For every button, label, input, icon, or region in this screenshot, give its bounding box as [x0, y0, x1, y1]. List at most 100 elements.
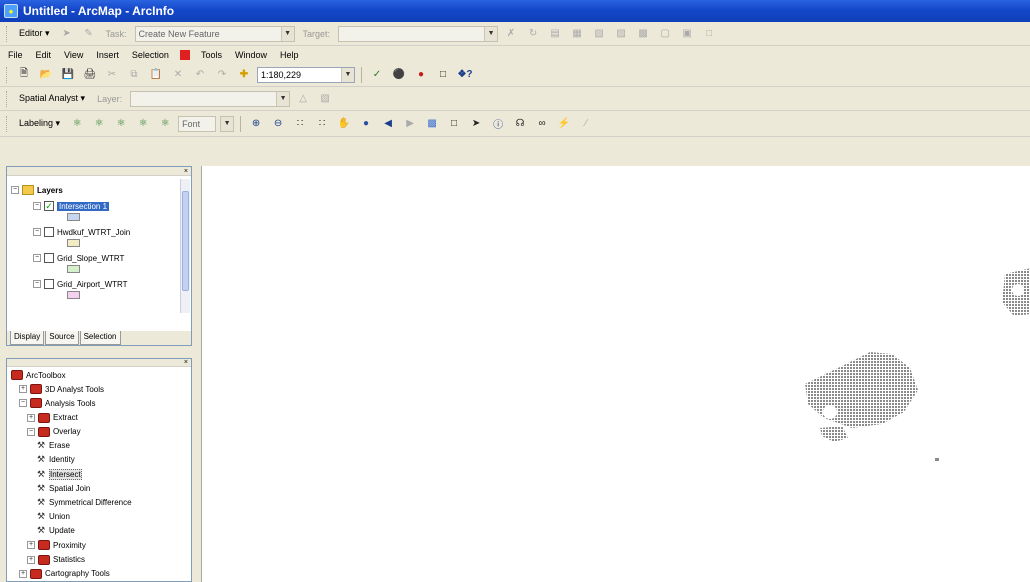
layer-symbol[interactable]: [67, 239, 80, 247]
layer-visibility-checkbox[interactable]: [44, 227, 54, 237]
select-features-icon[interactable]: ▩: [423, 115, 441, 133]
validate-icon[interactable]: ▢: [656, 25, 674, 43]
expand-icon[interactable]: +: [27, 413, 35, 422]
topology-icon[interactable]: ▧: [590, 25, 608, 43]
open-folder-icon[interactable]: 📂: [37, 66, 55, 84]
map-topology-icon[interactable]: ▩: [634, 25, 652, 43]
chevron-down-icon[interactable]: ▼: [280, 26, 294, 41]
expand-icon[interactable]: +: [27, 541, 35, 550]
menu-edit[interactable]: Edit: [34, 49, 54, 61]
paste-icon[interactable]: 📋: [147, 66, 165, 84]
menu-file[interactable]: File: [6, 49, 25, 61]
intersection-feature-cluster[interactable]: [805, 352, 918, 442]
tab-display[interactable]: Display: [10, 331, 45, 345]
edit-tool-icon[interactable]: ➤: [58, 25, 76, 43]
layer-symbol[interactable]: [67, 265, 80, 273]
sketch-tool-icon[interactable]: ✎: [80, 25, 98, 43]
collapse-icon[interactable]: −: [19, 399, 27, 408]
copy-icon[interactable]: ⧉: [125, 66, 143, 84]
target-combo[interactable]: ▼: [338, 25, 499, 42]
hyperlink-icon[interactable]: ⚡: [555, 115, 573, 133]
rotate-tool-icon[interactable]: ↻: [524, 25, 542, 43]
toolbar-grip[interactable]: [6, 115, 9, 132]
pause-labeling-icon[interactable]: ⚛: [156, 115, 174, 133]
toolbox-item-tool[interactable]: ⚒ Union: [37, 512, 70, 522]
zoom-in-icon[interactable]: ⊕: [247, 115, 265, 133]
zoom-out-icon[interactable]: ⊖: [269, 115, 287, 133]
cut-icon[interactable]: ✂: [103, 66, 121, 84]
collapse-icon[interactable]: −: [27, 427, 35, 436]
toolbar-grip[interactable]: [6, 66, 9, 83]
toc-layer[interactable]: − Hwdkuf_WTRT_Join: [33, 227, 130, 237]
menu-view[interactable]: View: [62, 49, 85, 61]
layer-symbol[interactable]: [67, 291, 80, 299]
select-elements-icon[interactable]: ➤: [467, 115, 485, 133]
toc-layer[interactable]: − Grid_Airport_WTRT: [33, 279, 128, 289]
editor-toolbar-icon[interactable]: ✓: [368, 66, 386, 84]
menu-selection[interactable]: Selection: [130, 49, 171, 61]
delete-icon[interactable]: ✕: [169, 66, 187, 84]
redo-icon[interactable]: ↷: [213, 66, 231, 84]
clear-selection-icon[interactable]: □: [445, 115, 463, 133]
toolbox-item-tool[interactable]: ⚒ Identity: [37, 455, 75, 465]
expand-icon[interactable]: +: [27, 555, 35, 564]
sketch-properties-icon[interactable]: ▦: [568, 25, 586, 43]
layers-root[interactable]: − Layers: [11, 185, 63, 195]
collapse-icon[interactable]: −: [33, 280, 41, 288]
undo-icon[interactable]: ↶: [191, 66, 209, 84]
tab-selection[interactable]: Selection: [79, 331, 121, 345]
map-canvas[interactable]: [202, 166, 1030, 582]
save-icon[interactable]: 💾: [59, 66, 77, 84]
histogram-icon[interactable]: ▧: [316, 90, 334, 108]
menu-help[interactable]: Help: [278, 49, 301, 61]
label-font-combo[interactable]: Font: [178, 115, 217, 132]
forward-arrow-icon[interactable]: ▶: [401, 115, 419, 133]
spatial-layer-combo[interactable]: ▼: [130, 90, 291, 107]
command-line-icon[interactable]: □: [434, 66, 452, 84]
toolbox-item-tool[interactable]: ⚒ Erase: [37, 441, 70, 451]
toc-scrollbar[interactable]: [180, 179, 190, 313]
collapse-icon[interactable]: −: [33, 202, 41, 210]
label-weight-icon[interactable]: ⚛: [112, 115, 130, 133]
layer-visibility-checkbox[interactable]: ✓: [44, 201, 54, 211]
toolbox-item-toolbox[interactable]: +3D Analyst Tools: [19, 384, 104, 395]
expand-icon[interactable]: +: [19, 385, 27, 394]
menu-insert[interactable]: Insert: [94, 49, 121, 61]
topology-edit-icon[interactable]: ▨: [612, 25, 630, 43]
label-priority-icon[interactable]: ⚛: [90, 115, 108, 133]
pan-hand-icon[interactable]: ✋: [335, 115, 353, 133]
contour-icon[interactable]: △: [294, 90, 312, 108]
intersection-feature-speck[interactable]: [935, 458, 939, 461]
print-icon[interactable]: 🖨: [81, 66, 99, 84]
toolbox-close-icon[interactable]: ×: [7, 359, 191, 367]
arctoolbox-icon[interactable]: ●: [412, 66, 430, 84]
add-data-icon[interactable]: ✚: [235, 66, 253, 84]
toolbar-grip[interactable]: [6, 90, 9, 107]
edit-annotation-icon[interactable]: ∕: [577, 115, 595, 133]
chevron-down-icon[interactable]: ▼: [341, 67, 354, 82]
expand-icon[interactable]: +: [19, 569, 27, 578]
labeling-menu[interactable]: Labeling ▾: [15, 118, 64, 129]
toolbox-icon[interactable]: [179, 49, 190, 60]
arccatalog-icon[interactable]: ⚫: [390, 66, 408, 84]
collapse-icon[interactable]: −: [33, 254, 41, 262]
task-combo[interactable]: Create New Feature ▼: [134, 25, 295, 42]
toolbox-item-root[interactable]: ArcToolbox: [11, 370, 66, 380]
toolbox-item-toolbox[interactable]: + Cartography Tools: [19, 568, 110, 579]
back-arrow-icon[interactable]: ◀: [379, 115, 397, 133]
new-document-icon[interactable]: 🗎: [15, 66, 33, 84]
lock-labels-icon[interactable]: ⚛: [134, 115, 152, 133]
layer-visibility-checkbox[interactable]: [44, 279, 54, 289]
intersection-feature-edge[interactable]: [1002, 268, 1030, 316]
toolbox-item-toolbox[interactable]: − Analysis Tools: [19, 398, 96, 409]
label-size-combo[interactable]: ▼: [220, 115, 235, 132]
toc-scrollbar-thumb[interactable]: [182, 191, 189, 291]
split-tool-icon[interactable]: ✗: [502, 25, 520, 43]
fix-error-icon[interactable]: ▣: [678, 25, 696, 43]
toc-layer[interactable]: − ✓ Intersection 1: [33, 201, 110, 211]
collapse-icon[interactable]: −: [11, 186, 19, 194]
chevron-down-icon[interactable]: ▼: [221, 116, 234, 131]
layer-name[interactable]: Intersection 1: [57, 201, 110, 211]
layer-name[interactable]: Hwdkuf_WTRT_Join: [57, 228, 130, 237]
attributes-icon[interactable]: ▤: [546, 25, 564, 43]
